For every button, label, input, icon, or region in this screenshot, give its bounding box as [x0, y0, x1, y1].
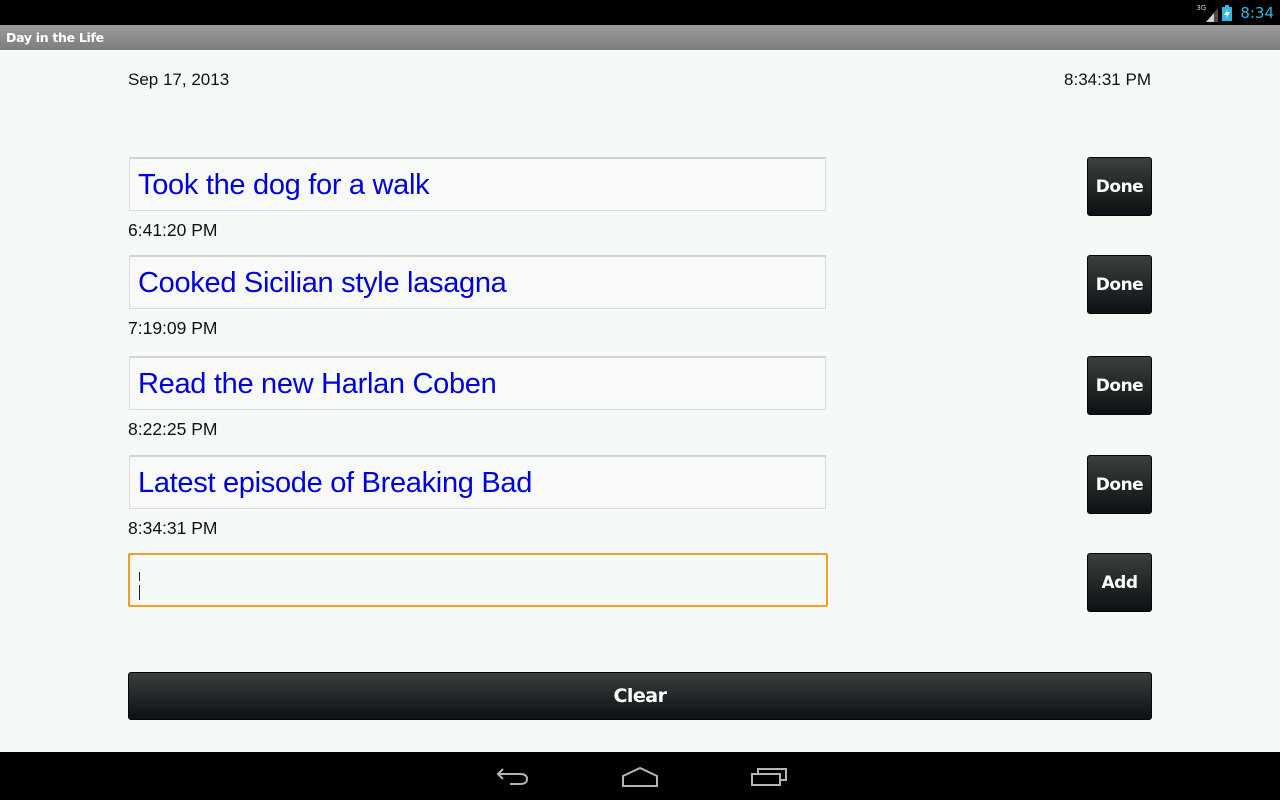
- battery-charging-icon: [1222, 4, 1233, 21]
- network-type-label: 3G: [1196, 3, 1207, 12]
- status-indicators: 3G 8:34: [1196, 0, 1274, 25]
- done-button[interactable]: Done: [1087, 255, 1152, 314]
- entry-time: 8:22:25 PM: [128, 419, 218, 439]
- done-button[interactable]: Done: [1087, 455, 1152, 514]
- entry-text: Took the dog for a walk: [138, 169, 430, 201]
- done-button[interactable]: Done: [1087, 356, 1152, 415]
- entry-text: Latest episode of Breaking Bad: [138, 467, 533, 499]
- current-date: Sep 17, 2013: [128, 70, 230, 89]
- entry-time: 7:19:09 PM: [128, 318, 218, 338]
- recent-apps-icon: [751, 768, 787, 786]
- home-button[interactable]: [618, 762, 662, 792]
- status-bar: 3G 8:34: [0, 0, 1280, 25]
- new-entry-input[interactable]: [128, 553, 828, 607]
- back-button[interactable]: [490, 762, 534, 792]
- app-title: Day in the Life: [6, 30, 104, 45]
- back-icon: [496, 768, 529, 785]
- entry-text-field[interactable]: Took the dog for a walk: [129, 157, 826, 211]
- recent-apps-button[interactable]: [747, 762, 791, 792]
- text-cursor: [139, 572, 140, 581]
- entry-text: Read the new Harlan Coben: [138, 368, 497, 400]
- entry-text: Cooked Sicilian style lasagna: [138, 267, 507, 299]
- status-clock: 8:34: [1240, 3, 1274, 22]
- entry-text-field[interactable]: Read the new Harlan Coben: [129, 356, 826, 410]
- entry-text-field[interactable]: Latest episode of Breaking Bad: [129, 455, 826, 509]
- text-cursor: [139, 585, 140, 600]
- home-icon: [622, 766, 658, 787]
- app-title-bar: Day in the Life: [0, 25, 1280, 50]
- entry-time: 8:34:31 PM: [128, 518, 218, 538]
- current-time: 8:34:31 PM: [1064, 70, 1151, 89]
- system-nav-bar: [0, 752, 1280, 800]
- done-button[interactable]: Done: [1087, 157, 1152, 216]
- clear-button[interactable]: Clear: [128, 672, 1152, 720]
- entry-text-field[interactable]: Cooked Sicilian style lasagna: [129, 255, 826, 309]
- main-content: Sep 17, 2013 8:34:31 PM Took the dog for…: [0, 50, 1280, 752]
- add-button[interactable]: Add: [1087, 553, 1152, 612]
- entry-time: 6:41:20 PM: [128, 220, 218, 240]
- signal-icon: 3G: [1196, 3, 1219, 22]
